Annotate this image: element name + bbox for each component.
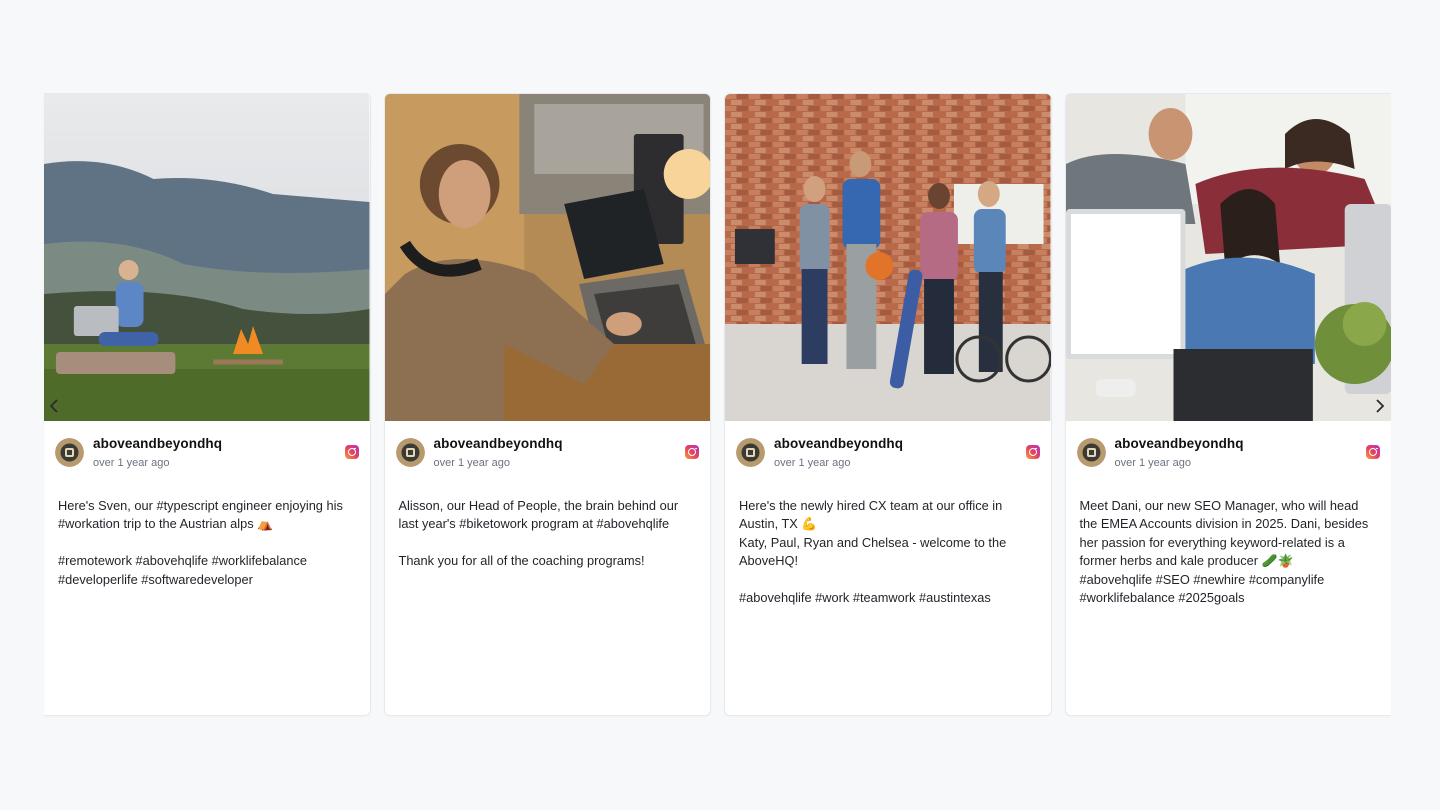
instagram-icon[interactable] [1366,445,1380,459]
chevron-right-icon [1376,399,1385,413]
post-caption: Here's the newly hired CX team at our of… [739,498,1007,606]
instagram-icon[interactable] [344,445,359,459]
avatar [736,437,765,467]
avatar [1076,437,1106,467]
post-caption: Alisson, our Head of People, the brain b… [398,498,679,569]
chevron-left-icon [49,399,58,413]
carousel-next-button[interactable] [1370,396,1390,416]
post-time: over 1 year ago [1114,456,1191,469]
post-card[interactable]: aboveandbeyondhq over 1 year ago Here's … [44,93,371,716]
carousel-prev-button[interactable] [44,396,64,416]
post-caption: Meet Dani, our new SEO Manager, who will… [1079,498,1369,606]
post-time: over 1 year ago [93,456,170,469]
account-handle[interactable]: aboveandbeyondhq [774,436,903,451]
post-time: over 1 year ago [774,456,851,469]
avatar [395,437,425,467]
post-card[interactable]: aboveandbeyondhq over 1 year ago Meet Da… [1064,93,1392,716]
instagram-icon[interactable] [685,445,699,459]
instagram-icon[interactable] [1025,445,1040,459]
account-handle[interactable]: aboveandbeyondhq [93,436,222,451]
post-photo-team-computer[interactable] [1065,94,1392,421]
post-time: over 1 year ago [433,456,510,469]
account-handle[interactable]: aboveandbeyondhq [434,436,563,451]
account-handle[interactable]: aboveandbeyondhq [1115,436,1244,451]
post-photo-team-office[interactable] [725,94,1051,421]
post-card[interactable]: aboveandbeyondhq over 1 year ago Here's … [724,93,1052,716]
social-feed-carousel: aboveandbeyondhq over 1 year ago Here's … [44,93,1392,716]
post-caption: Here's Sven, our #typescript engineer en… [58,498,343,587]
post-card[interactable]: aboveandbeyondhq over 1 year ago Alisson… [383,93,711,716]
post-photo-mountain-camp[interactable] [44,94,370,421]
avatar [55,437,84,467]
post-photo-woman-laptop[interactable] [384,94,711,421]
